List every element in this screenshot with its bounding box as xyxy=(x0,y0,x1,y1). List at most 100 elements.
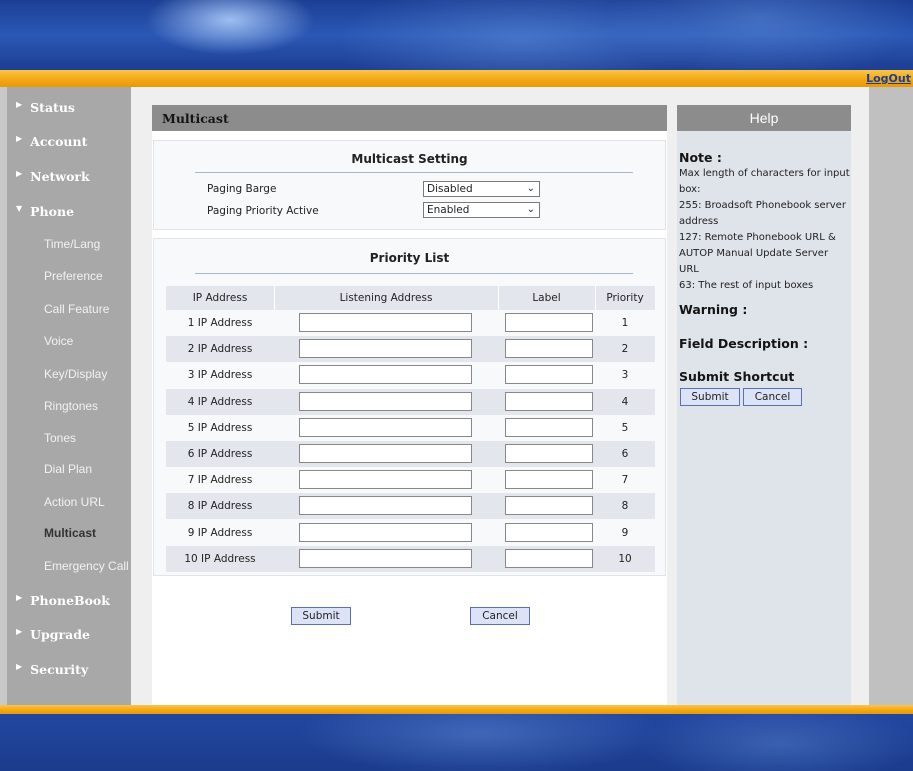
sidebar-item-multicast[interactable]: Multicast xyxy=(7,519,131,547)
sidebar-item-voice[interactable]: Voice xyxy=(7,327,131,355)
nav-security[interactable]: ▶ Security xyxy=(7,654,131,684)
right-gutter xyxy=(869,87,913,705)
paging-priority-select[interactable]: Enabled ⌄ xyxy=(423,202,540,218)
table-row: 7 IP Address 7 xyxy=(166,467,655,493)
nav-status-label: Status xyxy=(30,99,75,115)
help-title: Help xyxy=(677,105,851,131)
help-note-heading: Note : xyxy=(679,150,722,165)
priority-value: 2 xyxy=(621,343,629,356)
caret-right-icon: ▶ xyxy=(16,592,23,602)
nav-upgrade-label: Upgrade xyxy=(30,626,90,642)
listening-address-input[interactable] xyxy=(299,391,472,411)
caret-right-icon: ▶ xyxy=(16,99,23,109)
label-input[interactable] xyxy=(505,365,593,385)
priority-value: 6 xyxy=(621,448,629,460)
paging-barge-value: Disabled xyxy=(427,183,473,195)
table-row: 10 IP Address 10 xyxy=(166,545,655,572)
shortcut-cancel-button[interactable]: Cancel xyxy=(743,388,802,406)
paging-priority-label: Paging Priority Active xyxy=(207,205,319,217)
table-row: 2 IP Address 2 xyxy=(166,336,655,363)
sidebar-item-call-feature[interactable]: Call Feature xyxy=(7,295,131,323)
label-input[interactable] xyxy=(505,548,593,568)
sidebar-nav: ▶ Status ▶ Account ▶ Network ▼ Phone Tim… xyxy=(7,87,131,705)
listening-address-input[interactable] xyxy=(299,522,472,542)
nav-status[interactable]: ▶ Status xyxy=(7,92,131,122)
sidebar-item-action-url[interactable]: Action URL xyxy=(7,488,131,516)
priority-value: 10 xyxy=(618,552,632,565)
table-row: 3 IP Address 3 xyxy=(166,362,655,388)
priority-value: 8 xyxy=(621,500,629,513)
sidebar-item-key-display[interactable]: Key/Display xyxy=(7,360,131,388)
listening-address-input[interactable] xyxy=(299,365,472,385)
caret-right-icon: ▶ xyxy=(16,168,23,178)
label-input[interactable] xyxy=(505,313,593,332)
left-gutter xyxy=(0,87,7,705)
caret-right-icon: ▶ xyxy=(16,133,23,143)
ip-address-name: 7 IP Address xyxy=(187,474,253,487)
table-row: 8 IP Address 8 xyxy=(166,493,655,520)
column-header: Priority xyxy=(606,292,644,304)
sidebar-item-time-lang[interactable]: Time/Lang xyxy=(7,230,131,258)
sidebar-item-preference[interactable]: Preference xyxy=(7,262,131,290)
help-note-line: 255: Broadsoft Phonebook server address xyxy=(679,200,846,227)
ip-address-name: 3 IP Address xyxy=(187,369,253,382)
help-note-text: Max length of characters for input box: … xyxy=(679,166,851,294)
nav-phonebook-label: PhoneBook xyxy=(30,592,110,608)
chevron-down-icon: ⌄ xyxy=(526,204,535,215)
ip-address-name: 1 IP Address xyxy=(187,317,253,329)
sidebar-item-tones[interactable]: Tones xyxy=(7,424,131,452)
section-title: Priority List xyxy=(369,251,450,265)
label-input[interactable] xyxy=(505,391,593,411)
listening-address-input[interactable] xyxy=(299,470,472,490)
footer-accent-bar xyxy=(0,705,913,714)
ip-address-name: 5 IP Address xyxy=(187,421,253,434)
chevron-down-icon: ⌄ xyxy=(526,183,535,194)
table-row: 6 IP Address 6 xyxy=(166,441,655,467)
listening-address-input[interactable] xyxy=(299,313,472,332)
ip-address-name: 10 IP Address xyxy=(184,552,256,565)
ip-address-name: 6 IP Address xyxy=(187,448,253,460)
nav-network-label: Network xyxy=(30,168,90,184)
section-title: Multicast Setting xyxy=(351,152,468,166)
sidebar-item-dial-plan[interactable]: Dial Plan xyxy=(7,455,131,483)
listening-address-input[interactable] xyxy=(299,548,472,568)
listening-address-input[interactable] xyxy=(299,417,472,437)
listening-address-input[interactable] xyxy=(299,496,472,516)
label-input[interactable] xyxy=(505,417,593,437)
ip-address-name: 9 IP Address xyxy=(187,526,253,539)
help-field-description-heading: Field Description : xyxy=(679,336,809,351)
priority-value: 5 xyxy=(621,421,629,434)
label-input[interactable] xyxy=(505,522,593,542)
nav-account[interactable]: ▶ Account xyxy=(7,126,131,156)
logout-link[interactable]: LogOut xyxy=(866,72,911,85)
paging-barge-select[interactable]: Disabled ⌄ xyxy=(423,181,540,197)
table-row: 9 IP Address 9 xyxy=(166,520,655,546)
nav-account-label: Account xyxy=(30,133,88,149)
caret-right-icon: ▶ xyxy=(16,661,23,671)
cancel-button[interactable]: Cancel xyxy=(470,607,530,625)
submit-button[interactable]: Submit xyxy=(291,607,351,625)
nav-network[interactable]: ▶ Network xyxy=(7,161,131,191)
shortcut-submit-button[interactable]: Submit xyxy=(680,388,740,406)
column-header: Label xyxy=(532,292,561,304)
label-input[interactable] xyxy=(505,470,593,490)
label-input[interactable] xyxy=(505,444,593,463)
ip-address-name: 8 IP Address xyxy=(187,500,253,513)
section-divider xyxy=(195,273,633,274)
table-row: 5 IP Address 5 xyxy=(166,415,655,441)
ip-address-name: 2 IP Address xyxy=(187,343,253,356)
listening-address-input[interactable] xyxy=(299,444,472,463)
nav-phonebook[interactable]: ▶ PhoneBook xyxy=(7,585,131,615)
priority-value: 3 xyxy=(621,369,629,382)
label-input[interactable] xyxy=(505,496,593,516)
nav-phone[interactable]: ▼ Phone xyxy=(7,196,131,226)
header-accent-bar xyxy=(0,70,913,87)
sidebar-item-emergency-call[interactable]: Emergency Call xyxy=(7,552,131,580)
caret-down-icon: ▼ xyxy=(16,203,23,213)
label-input[interactable] xyxy=(505,339,593,359)
nav-upgrade[interactable]: ▶ Upgrade xyxy=(7,619,131,649)
listening-address-input[interactable] xyxy=(299,339,472,359)
sidebar-item-ringtones[interactable]: Ringtones xyxy=(7,392,131,420)
nav-phone-label: Phone xyxy=(30,203,75,219)
column-divider xyxy=(595,286,596,310)
